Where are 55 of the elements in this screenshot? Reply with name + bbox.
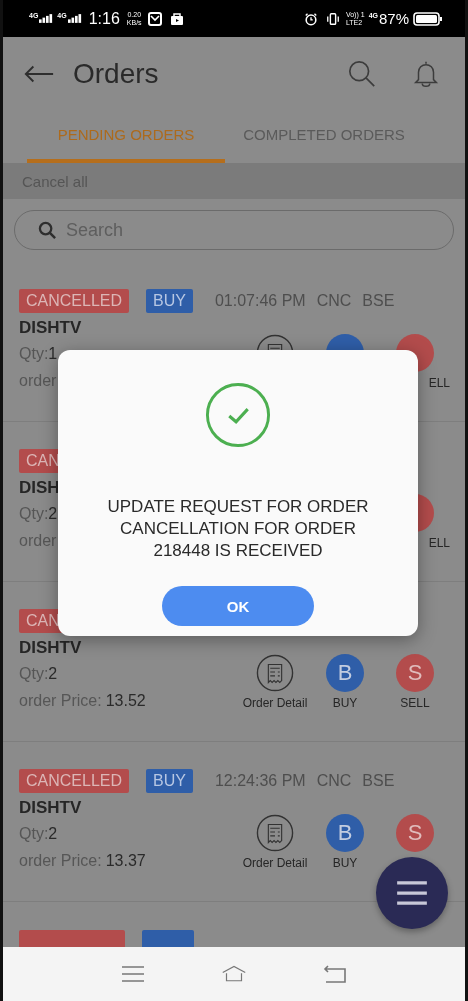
product-type: CNC [316, 292, 352, 310]
qty-value: 2 [48, 825, 58, 842]
clock-time: 1:16 [88, 9, 120, 28]
search-icon [38, 221, 57, 240]
product-type: CNC [316, 772, 352, 790]
qty-value: 2 [48, 665, 58, 682]
back-arrow-icon[interactable] [23, 63, 55, 84]
vibrate-icon [325, 11, 340, 26]
dialog-message: UPDATE REQUEST FOR ORDER CANCELLATION FOR ORDER 218448 IS RECEIVED [106, 496, 370, 562]
sell-button[interactable]: S [396, 814, 434, 852]
bag-icon [169, 11, 184, 26]
action-label: SELL [400, 696, 430, 710]
stock-symbol: DISHTV [19, 637, 83, 659]
exchange-name: BSE [362, 292, 395, 310]
page-title: Orders [73, 57, 160, 90]
side-tag: BUY [146, 769, 193, 793]
sell-button[interactable]: S [396, 654, 434, 692]
menu-icon[interactable] [121, 964, 146, 984]
back-icon[interactable] [322, 964, 347, 984]
signal-icon [67, 14, 82, 23]
action-label: ELL [428, 536, 450, 550]
price-value: 13.37 [105, 852, 146, 869]
alarm-icon [303, 11, 318, 26]
status-tag: CANCELLED [19, 289, 130, 313]
action-label: BUY [332, 696, 358, 710]
check-circle-icon [205, 382, 271, 448]
action-label: BUY [332, 856, 358, 870]
mail-icon [147, 11, 162, 26]
action-label: ELL [428, 376, 450, 390]
order-time: 01:07:46 PM [214, 292, 306, 310]
side-tag [142, 930, 194, 947]
receipt-icon[interactable] [256, 814, 294, 852]
status-tag: CANCELLED [19, 769, 130, 793]
side-tag: BUY [146, 289, 193, 313]
stock-symbol: DISH [19, 477, 60, 499]
signal-icon [39, 14, 54, 23]
home-icon[interactable] [222, 964, 246, 984]
buy-button[interactable]: B [326, 814, 364, 852]
qty-value: 2 [48, 505, 58, 522]
receipt-icon[interactable] [256, 654, 294, 692]
buy-button[interactable]: B [326, 654, 364, 692]
stock-symbol: DISHTV [19, 317, 82, 339]
menu-button[interactable] [376, 857, 448, 929]
action-label: Order Detail [242, 696, 308, 710]
battery-percent: 87% [378, 10, 409, 27]
exchange-name: BSE [362, 772, 395, 790]
action-label: Order Detail [242, 856, 308, 870]
battery-icon [413, 11, 443, 26]
menu-icon [395, 880, 429, 906]
order-time: 12:24:36 PM [214, 772, 306, 790]
stock-symbol: DISHTV [19, 797, 83, 819]
price-value: 13.52 [105, 692, 146, 709]
ok-button[interactable]: OK [162, 586, 314, 626]
qty-value: 1 [48, 345, 58, 362]
search-icon[interactable] [347, 58, 377, 89]
